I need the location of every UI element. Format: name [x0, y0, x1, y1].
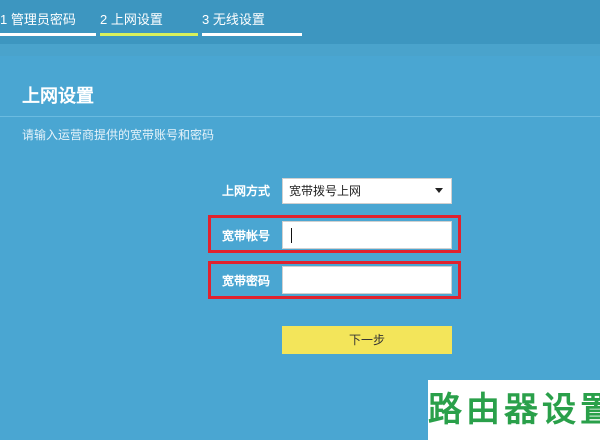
- step-wireless-settings-underline: [202, 33, 302, 36]
- step-internet-settings[interactable]: 2 上网设置: [100, 12, 163, 28]
- connection-type-label: 上网方式: [221, 184, 270, 198]
- connection-type-value: 宽带拨号上网: [289, 184, 362, 198]
- step-internet-settings-underline: [100, 33, 198, 36]
- account-label: 宽带帐号: [221, 229, 270, 243]
- title-divider: [0, 116, 600, 117]
- caret-down-icon: [435, 188, 443, 193]
- password-label: 宽带密码: [221, 274, 270, 288]
- account-input[interactable]: [282, 221, 452, 249]
- connection-type-select[interactable]: 宽带拨号上网: [282, 178, 452, 204]
- text-cursor: [291, 228, 292, 243]
- step-bar: 1 管理员密码 2 上网设置 3 无线设置: [0, 0, 600, 44]
- watermark-text: 路由器设置: [428, 380, 600, 440]
- step-wireless-settings[interactable]: 3 无线设置: [202, 12, 265, 28]
- next-button[interactable]: 下一步: [282, 326, 452, 354]
- step-admin-password[interactable]: 1 管理员密码: [0, 12, 76, 28]
- step-admin-password-underline: [0, 33, 96, 36]
- page-title: 上网设置: [22, 86, 94, 106]
- password-input[interactable]: [282, 266, 452, 294]
- instruction-text: 请输入运营商提供的宽带账号和密码: [22, 128, 215, 142]
